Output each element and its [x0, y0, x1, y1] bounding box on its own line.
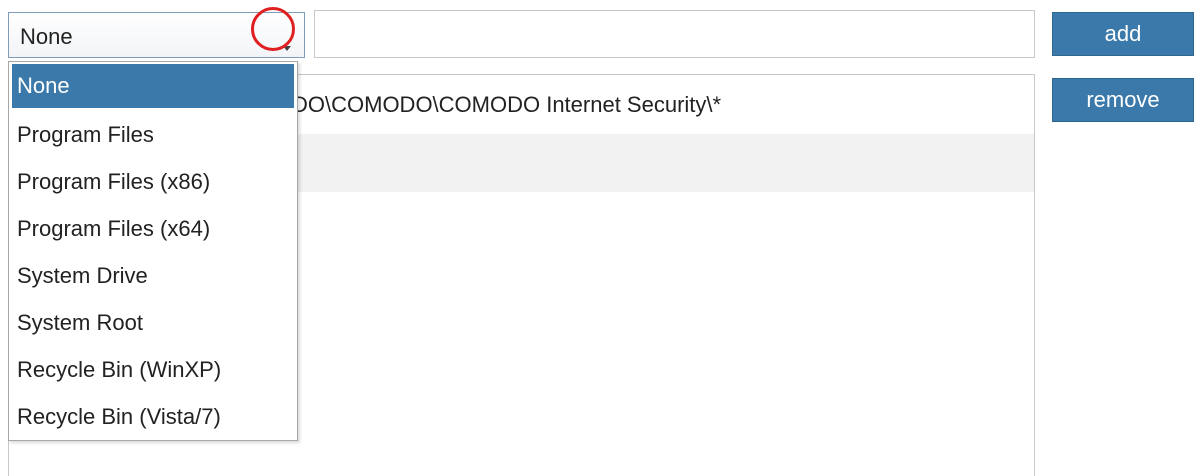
combo-dropdown-list: None Program Files Program Files (x86) P…	[8, 61, 298, 441]
dropdown-item-program-files-x86[interactable]: Program Files (x86)	[12, 160, 294, 204]
list-item-text: DO\COMODO\COMODO Internet Security\*	[292, 92, 722, 117]
add-button[interactable]: add	[1052, 12, 1194, 56]
remove-button[interactable]: remove	[1052, 78, 1194, 122]
dropdown-item-none[interactable]: None	[12, 64, 294, 108]
dropdown-item-system-root[interactable]: System Root	[12, 301, 294, 345]
dropdown-item-recycle-bin-vista7[interactable]: Recycle Bin (Vista/7)	[12, 395, 294, 439]
highlight-circle-annotation	[251, 7, 295, 51]
dropdown-item-program-files-x64[interactable]: Program Files (x64)	[12, 207, 294, 251]
path-input[interactable]	[314, 10, 1035, 58]
dropdown-item-system-drive[interactable]: System Drive	[12, 254, 294, 298]
file-path-editor: DO\COMODO\COMODO Internet Security\* Non…	[0, 0, 1201, 476]
dropdown-item-program-files[interactable]: Program Files	[12, 113, 294, 157]
dropdown-item-recycle-bin-winxp[interactable]: Recycle Bin (WinXP)	[12, 348, 294, 392]
combo-selected-value: None	[20, 24, 73, 49]
